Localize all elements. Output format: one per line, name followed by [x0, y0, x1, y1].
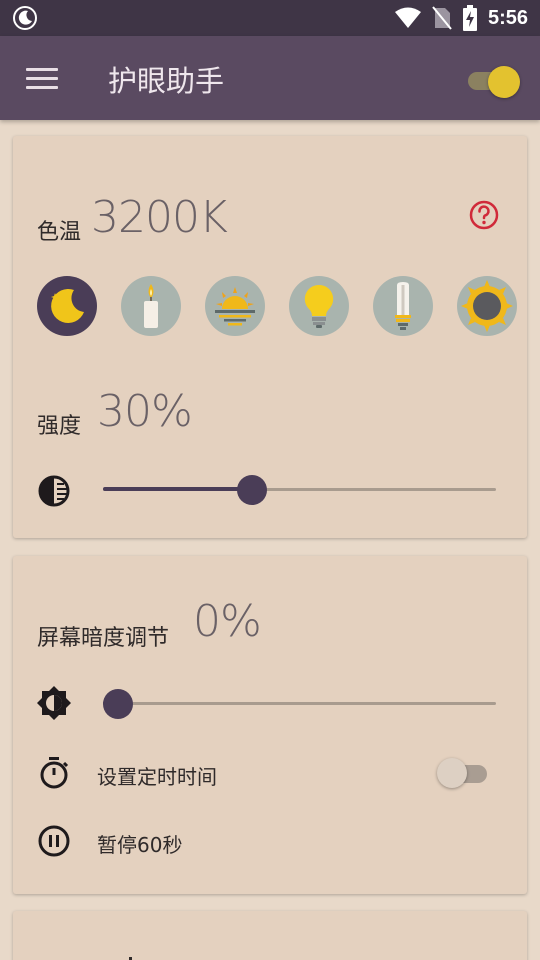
dim-slider[interactable]	[103, 689, 496, 719]
intensity-slider[interactable]	[103, 475, 496, 505]
next-card	[13, 911, 527, 960]
preset-moon-button[interactable]	[37, 276, 97, 336]
preset-fluorescent-button[interactable]	[373, 276, 433, 336]
menu-icon[interactable]	[26, 68, 58, 90]
filter-card: 色温 3200K 强度 30%	[13, 136, 527, 538]
brightness-icon	[37, 686, 71, 720]
app-bar: 护眼助手	[0, 36, 540, 120]
color-temp-presets	[37, 276, 527, 338]
candle-icon	[144, 284, 158, 328]
light-bulb-icon	[304, 284, 334, 328]
preset-candle-button[interactable]	[121, 276, 181, 336]
color-temp-label: 色温	[37, 220, 82, 245]
clock: 5:56	[487, 6, 528, 29]
preset-sun-button[interactable]	[457, 276, 517, 336]
slider-rail	[103, 702, 496, 705]
intensity-label: 强度	[37, 414, 82, 439]
fluorescent-lamp-icon	[395, 282, 411, 330]
slider-fill	[103, 487, 253, 491]
preset-bulb-button[interactable]	[289, 276, 349, 336]
sun-icon	[461, 280, 513, 332]
timer-label: 设置定时时间	[97, 765, 217, 789]
help-icon[interactable]	[468, 199, 500, 231]
preset-sunset-button[interactable]	[205, 276, 265, 336]
color-temp-value: 3200K	[91, 192, 228, 243]
dim-label: 屏幕暗度调节	[37, 626, 170, 651]
pause-icon[interactable]	[37, 824, 71, 858]
no-sim-icon	[432, 6, 452, 30]
pause-label[interactable]: 暂停60秒	[97, 829, 182, 858]
status-icons: 5:56	[394, 5, 528, 31]
sunset-icon	[215, 287, 255, 326]
dim-value: 0%	[193, 596, 262, 647]
intensity-value: 30%	[97, 386, 193, 437]
moon-icon	[13, 6, 37, 30]
screen-dim-card: 屏幕暗度调节 0% 设置定时时间 暂停60秒	[13, 556, 527, 894]
master-toggle[interactable]	[468, 66, 522, 98]
timer-icon	[40, 757, 69, 789]
slider-thumb[interactable]	[103, 689, 133, 719]
timer-toggle[interactable]	[437, 756, 489, 790]
slider-thumb[interactable]	[237, 475, 268, 505]
wifi-icon	[394, 7, 421, 28]
contrast-icon	[38, 475, 70, 507]
page-title: 护眼助手	[108, 64, 225, 98]
status-bar: 5:56	[0, 0, 540, 36]
battery-charging-icon	[462, 5, 477, 31]
moon-icon	[51, 288, 84, 323]
